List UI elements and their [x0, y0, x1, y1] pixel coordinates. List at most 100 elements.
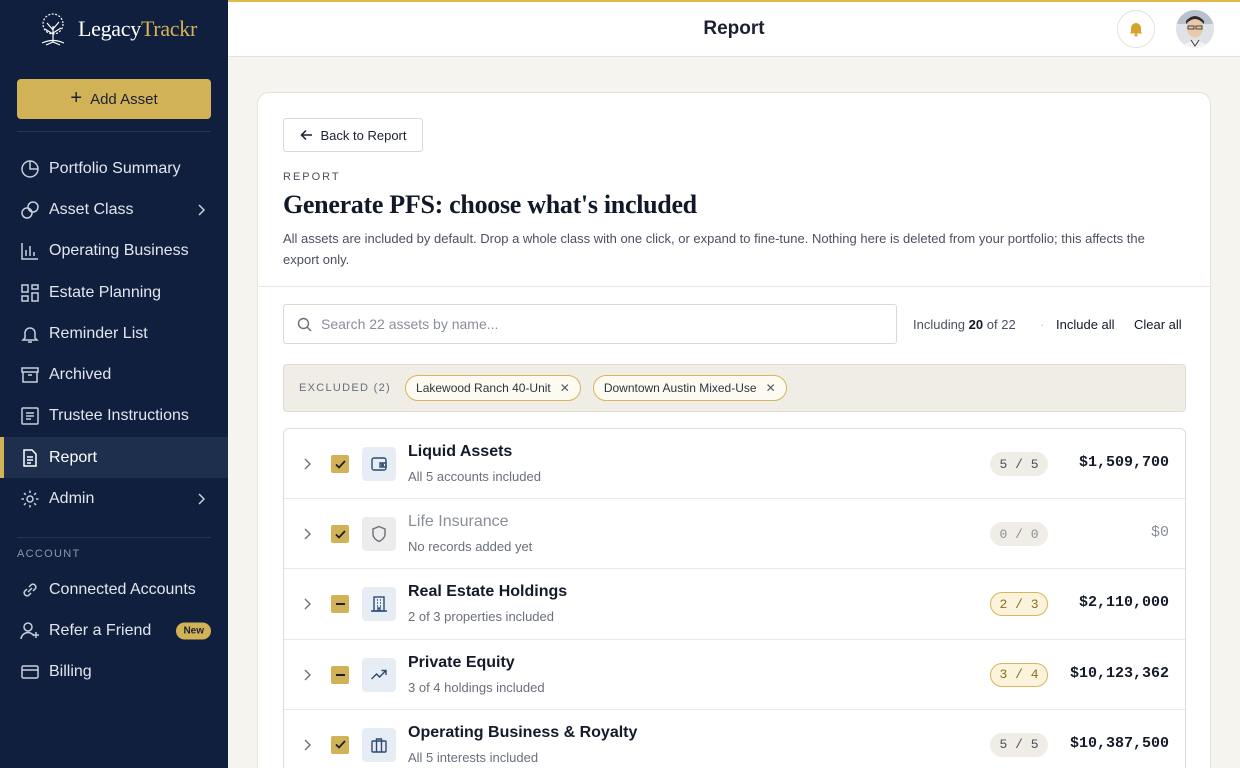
building-icon — [371, 596, 387, 613]
include-all-link[interactable]: Include all — [1056, 317, 1115, 332]
include-checkbox-partial[interactable] — [331, 665, 349, 684]
clear-all-link[interactable]: Clear all — [1134, 317, 1182, 332]
brand-name: LegacyTrackr — [78, 15, 197, 41]
chevron-right-icon[interactable] — [303, 528, 311, 540]
include-checkbox[interactable] — [331, 735, 349, 754]
sidebar-item-label: Trustee Instructions — [49, 407, 189, 425]
section-divider — [258, 286, 1210, 287]
include-checkbox[interactable] — [331, 455, 349, 473]
sidebar-item-label: Refer a Friend — [49, 621, 152, 639]
bell-icon — [21, 327, 39, 343]
asset-class-row[interactable]: Real Estate Holdings 2 of 3 properties i… — [284, 569, 1185, 640]
chip-label: Downtown Austin Mixed-Use — [603, 381, 757, 395]
user-plus-icon — [20, 622, 39, 640]
check-icon — [334, 459, 346, 469]
excluded-chip[interactable]: Lakewood Ranch 40-Unit ✕ — [405, 375, 581, 401]
tree-logo-icon — [41, 12, 65, 46]
add-asset-button[interactable]: + Add Asset — [17, 79, 211, 119]
avatar-image — [1176, 10, 1214, 48]
new-badge: New — [176, 622, 211, 640]
sidebar-item-label: Reminder List — [49, 324, 148, 342]
sidebar-item-label: Archived — [49, 366, 112, 384]
chevron-right-icon[interactable] — [303, 598, 311, 610]
asset-class-name: Operating Business & Royalty — [408, 723, 638, 741]
grid-icon — [21, 283, 39, 302]
sidebar-item-label: Asset Class — [49, 200, 134, 218]
coins-icon — [21, 201, 39, 219]
excluded-chip[interactable]: Downtown Austin Mixed-Use ✕ — [592, 375, 787, 401]
sidebar-item-operating-business[interactable]: Operating Business — [0, 231, 228, 272]
sidebar-item-admin[interactable]: Admin — [0, 478, 228, 519]
sidebar-item-label: Connected Accounts — [49, 580, 196, 598]
close-icon[interactable]: ✕ — [766, 381, 776, 395]
asset-class-list: Liquid Assets All 5 accounts included 5 … — [283, 428, 1186, 768]
sidebar-item-portfolio-summary[interactable]: Portfolio Summary — [0, 148, 228, 189]
bar-chart-icon — [21, 243, 38, 260]
sidebar-item-connected-accounts[interactable]: Connected Accounts — [0, 569, 228, 610]
chevron-right-icon — [198, 204, 206, 216]
chip-label: Lakewood Ranch 40-Unit — [416, 381, 551, 395]
sidebar-item-label: Report — [49, 448, 98, 466]
account-section-label: ACCOUNT — [17, 548, 81, 560]
include-checkbox-partial[interactable] — [331, 595, 349, 614]
asset-class-amount: $0 — [1150, 524, 1169, 542]
shield-icon — [372, 525, 386, 543]
sidebar-divider — [17, 131, 211, 132]
account-nav: Connected Accounts Refer a Friend New Bi… — [0, 569, 228, 693]
back-label: Back to Report — [320, 127, 407, 143]
sidebar-item-estate-planning[interactable]: Estate Planning — [0, 272, 228, 313]
brand-logo[interactable]: LegacyTrackr — [0, 0, 228, 57]
included-count-badge: 5 / 5 — [990, 452, 1048, 476]
search-placeholder: Search 22 assets by name... — [321, 316, 499, 332]
sidebar-item-label: Operating Business — [49, 242, 189, 260]
top-bar: Report — [228, 0, 1240, 57]
asset-class-row[interactable]: Liquid Assets All 5 accounts included 5 … — [284, 429, 1185, 500]
close-icon[interactable]: ✕ — [560, 381, 570, 395]
report-icon — [23, 448, 37, 467]
sidebar-item-refer-a-friend[interactable]: Refer a Friend New — [0, 610, 228, 651]
sidebar-divider — [17, 537, 211, 538]
check-icon — [334, 530, 346, 539]
sidebar: LegacyTrackr + Add Asset Portfolio Summa… — [0, 0, 228, 768]
wallet-icon — [371, 457, 387, 471]
sidebar-item-asset-class[interactable]: Asset Class — [0, 189, 228, 230]
page-header-title: Report — [703, 18, 765, 39]
notifications-button[interactable] — [1117, 10, 1155, 48]
asset-class-row[interactable]: Private Equity 3 of 4 holdings included … — [284, 640, 1185, 710]
asset-class-icon — [362, 657, 396, 692]
sidebar-item-report[interactable]: Report — [0, 437, 228, 479]
asset-class-row[interactable]: Life Insurance No records added yet 0 / … — [284, 499, 1185, 570]
include-checkbox[interactable] — [331, 525, 349, 544]
sidebar-nav: Portfolio Summary Asset Class Operating … — [0, 148, 228, 520]
sidebar-item-archived[interactable]: Archived — [0, 354, 228, 395]
check-icon — [334, 740, 346, 750]
asset-class-amount: $2,110,000 — [1078, 594, 1169, 612]
asset-class-row[interactable]: Operating Business & Royalty All 5 inter… — [284, 710, 1185, 768]
asset-class-status: 2 of 3 properties included — [408, 609, 554, 625]
sidebar-item-reminder-list[interactable]: Reminder List — [0, 313, 228, 354]
bell-icon — [1129, 23, 1143, 37]
page-eyebrow: REPORT — [283, 171, 341, 183]
chevron-right-icon[interactable] — [303, 739, 311, 751]
plus-icon: + — [70, 87, 83, 109]
briefcase-icon — [371, 738, 387, 753]
pie-chart-icon — [21, 159, 39, 178]
excluded-label: EXCLUDED (2) — [299, 382, 392, 394]
sidebar-item-billing[interactable]: Billing — [0, 652, 228, 693]
asset-class-status: 3 of 4 holdings included — [408, 679, 545, 695]
gear-icon — [21, 490, 39, 508]
sidebar-item-label: Estate Planning — [49, 283, 162, 301]
trending-up-icon — [371, 669, 387, 680]
asset-class-name: Liquid Assets — [408, 443, 513, 460]
chevron-right-icon[interactable] — [303, 458, 311, 470]
search-input[interactable]: Search 22 assets by name... — [283, 304, 897, 344]
excluded-bar: EXCLUDED (2) Lakewood Ranch 40-Unit ✕ Do… — [283, 364, 1186, 412]
included-count-badge: 0 / 0 — [990, 522, 1048, 547]
sidebar-item-trustee-instructions[interactable]: Trustee Instructions — [0, 396, 228, 437]
user-avatar[interactable] — [1176, 10, 1214, 48]
back-to-report-button[interactable]: Back to Report — [283, 118, 423, 152]
included-count-badge: 2 / 3 — [990, 592, 1048, 617]
report-card: Back to Report REPORT Generate PFS: choo… — [257, 92, 1211, 768]
chevron-right-icon[interactable] — [303, 669, 311, 681]
asset-class-icon — [362, 517, 396, 552]
